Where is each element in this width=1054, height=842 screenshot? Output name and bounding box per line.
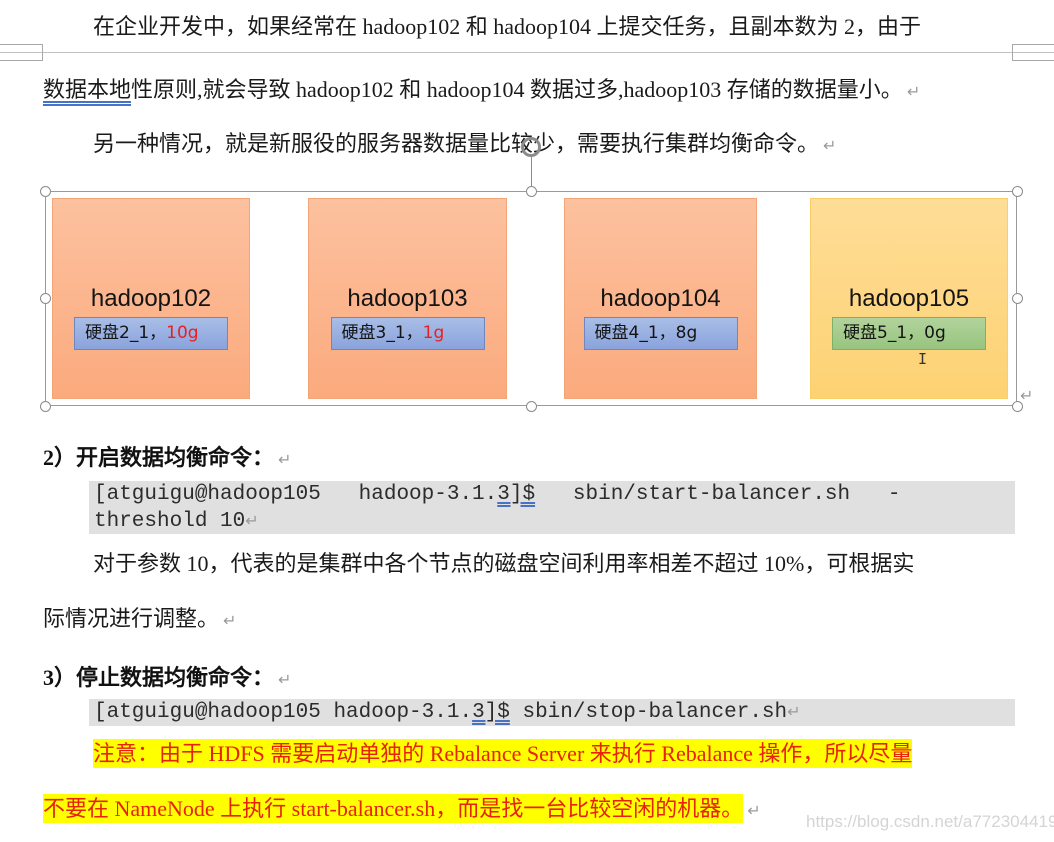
section-heading-stop-balancer: 3）停止数据均衡命令： ↵ <box>43 660 291 692</box>
node-title: hadoop104 <box>600 285 721 312</box>
resize-handle-bottom-center[interactable] <box>526 401 537 412</box>
spellcheck-underlined-text[interactable]: 数据本地 <box>43 77 131 102</box>
disk-name: 硬盘4_1， <box>594 323 676 343</box>
threshold-explanation-line2[interactable]: 际情况进行调整。 ↵ <box>43 605 236 635</box>
left-margin-marker <box>0 44 43 61</box>
threshold-text: 际情况进行调整。 <box>43 606 220 631</box>
code-block-stop-balancer[interactable]: [atguigu@hadoop105 hadoop-3.1.3]$ sbin/s… <box>89 699 1015 726</box>
note-paragraph-line1[interactable]: 注意：由于 HDFS 需要启动单独的 Rebalance Server 来执行 … <box>93 739 913 768</box>
highlighted-note-text: 注意：由于 HDFS 需要启动单独的 Rebalance Server 来执行 … <box>93 739 913 768</box>
threshold-text: 对于参数 10，代表的是集群中各个节点的磁盘空间利用率相差不超过 10%，可根据… <box>93 551 915 576</box>
intro-paragraph-line1[interactable]: 在企业开发中，如果经常在 hadoop102 和 hadoop104 上提交任务… <box>93 13 921 41</box>
paragraph-mark-icon: ↵ <box>906 82 921 101</box>
disk-label: 硬盘5_1，0g <box>832 317 986 350</box>
disk-label: 硬盘4_1，8g <box>583 317 738 350</box>
header-rule <box>0 52 1054 53</box>
heading-text: 3）停止数据均衡命令： <box>43 665 275 690</box>
spellcheck-underlined-text[interactable]: 3]$ <box>472 701 510 724</box>
paragraph-mark-icon: ↵ <box>823 136 837 155</box>
code-block-start-balancer[interactable]: [atguigu@hadoop105 hadoop-3.1.3]$ sbin/s… <box>89 481 1015 534</box>
highlighted-note-text: 不要在 NameNode 上执行 start-balancer.sh，而是找一台… <box>43 794 744 823</box>
node-title: hadoop102 <box>90 285 212 312</box>
disk-label: 硬盘2_1，10g <box>74 317 228 350</box>
disk-size: 10g <box>166 323 199 343</box>
another-case-text: 另一种情况，就是新服役的服务器数据量比较少，需要执行集群均衡命令。 <box>93 131 820 156</box>
code-text: sbin/stop-balancer.sh <box>509 701 788 724</box>
code-text: [atguigu@hadoop105 hadoop-3.1. <box>94 701 473 724</box>
note-paragraph-line2[interactable]: 不要在 NameNode 上执行 start-balancer.sh，而是找一台… <box>43 794 761 825</box>
disk-size: 8g <box>675 323 698 343</box>
threshold-explanation-line1[interactable]: 对于参数 10，代表的是集群中各个节点的磁盘空间利用率相差不超过 10%，可根据… <box>93 550 914 578</box>
paragraph-mark-icon: ↵ <box>278 450 292 469</box>
intro-line1-text: 在企业开发中，如果经常在 hadoop102 和 hadoop104 上提交任务… <box>93 14 922 39</box>
paragraph-mark-icon: ↵ <box>787 702 801 721</box>
resize-handle-top-center[interactable] <box>526 186 537 197</box>
watermark-url: https://blog.csdn.net/a772304419 <box>806 812 1054 831</box>
paragraph-mark-icon: ↵ <box>278 670 292 689</box>
paragraph-mark-icon: ↵ <box>747 801 761 820</box>
code-text: sbin/start-balancer.sh - <box>535 483 901 506</box>
text-cursor-icon: I <box>918 350 928 368</box>
disk-name: 硬盘3_1， <box>341 323 423 343</box>
intro-paragraph-line2[interactable]: 数据本地性原则,就会导致 hadoop102 和 hadoop104 数据过多,… <box>43 76 920 106</box>
node-hadoop105[interactable]: hadoop105 硬盘5_1，0g <box>810 198 1008 399</box>
code-text: threshold 10 <box>94 510 246 533</box>
another-case-paragraph[interactable]: 另一种情况，就是新服役的服务器数据量比较少，需要执行集群均衡命令。 ↵ <box>93 130 836 160</box>
node-hadoop102[interactable]: hadoop102 硬盘2_1，10g <box>52 198 250 399</box>
paragraph-mark-icon: ↵ <box>1020 386 1034 405</box>
spellcheck-underlined-text[interactable]: 3]$ <box>497 483 535 506</box>
resize-handle-top-right[interactable] <box>1012 186 1023 197</box>
disk-size: 1g <box>422 323 445 343</box>
code-text: [atguigu@hadoop105 hadoop-3.1. <box>94 483 498 506</box>
rotate-handle-icon[interactable] <box>521 137 541 157</box>
resize-handle-middle-left[interactable] <box>40 293 51 304</box>
disk-name: 硬盘5_1， <box>843 323 925 343</box>
section-heading-start-balancer: 2）开启数据均衡命令： ↵ <box>43 440 291 472</box>
rotate-handle-stem <box>531 156 532 186</box>
node-hadoop104[interactable]: hadoop104 硬盘4_1，8g <box>564 198 757 399</box>
resize-handle-middle-right[interactable] <box>1012 293 1023 304</box>
node-title: hadoop105 <box>848 285 970 312</box>
right-margin-marker <box>1012 44 1054 61</box>
paragraph-mark-icon: ↵ <box>223 611 237 630</box>
intro-line2-text: 性原则,就会导致 hadoop102 和 hadoop104 数据过多,hado… <box>131 77 903 102</box>
disk-label: 硬盘3_1，1g <box>330 317 485 350</box>
heading-text: 2）开启数据均衡命令： <box>43 445 275 470</box>
paragraph-mark-icon: ↵ <box>245 511 259 530</box>
disk-name: 硬盘2_1， <box>85 323 167 343</box>
disk-size: 0g <box>924 323 946 343</box>
resize-handle-bottom-left[interactable] <box>40 401 51 412</box>
resize-handle-top-left[interactable] <box>40 186 51 197</box>
node-title: hadoop103 <box>347 285 468 312</box>
node-hadoop103[interactable]: hadoop103 硬盘3_1，1g <box>308 198 507 399</box>
